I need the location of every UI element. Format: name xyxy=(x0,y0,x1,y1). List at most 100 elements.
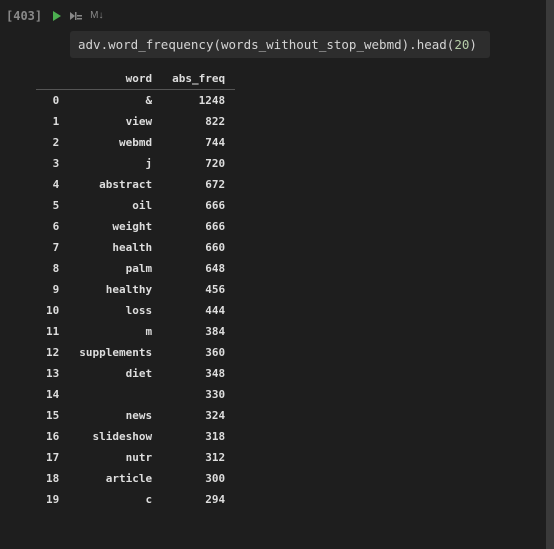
table-row: 5oil666 xyxy=(36,195,235,216)
code-token-paren: ) xyxy=(469,37,477,52)
row-word: view xyxy=(69,111,162,132)
run-line-icon[interactable] xyxy=(70,6,82,25)
row-freq: 360 xyxy=(162,342,235,363)
table-row: 13diet348 xyxy=(36,363,235,384)
code-token-dot: . xyxy=(101,37,109,52)
row-freq: 348 xyxy=(162,363,235,384)
row-index: 17 xyxy=(36,447,69,468)
row-freq: 330 xyxy=(162,384,235,405)
row-word: webmd xyxy=(69,132,162,153)
code-token-fn: word_frequency xyxy=(108,37,213,52)
row-freq: 300 xyxy=(162,468,235,489)
code-token-num: 20 xyxy=(454,37,469,52)
row-word: j xyxy=(69,153,162,174)
row-word: c xyxy=(69,489,162,510)
table-row: 3j720 xyxy=(36,153,235,174)
col-abs-freq: abs_freq xyxy=(162,68,235,90)
row-word: article xyxy=(69,468,162,489)
row-word: health xyxy=(69,237,162,258)
row-freq: 456 xyxy=(162,279,235,300)
row-index: 14 xyxy=(36,384,69,405)
row-word: palm xyxy=(69,258,162,279)
cell-prompt-row: [403] M↓ xyxy=(0,0,546,27)
row-word: oil xyxy=(69,195,162,216)
code-input[interactable]: adv.word_frequency(words_without_stop_we… xyxy=(70,31,490,58)
output-area: word abs_freq 0&12481view8222webmd7443j7… xyxy=(0,68,546,518)
code-token-obj: adv xyxy=(78,37,101,52)
row-freq: 660 xyxy=(162,237,235,258)
row-word: m xyxy=(69,321,162,342)
row-word: slideshow xyxy=(69,426,162,447)
table-row: 11m384 xyxy=(36,321,235,342)
row-freq: 1248 xyxy=(162,90,235,112)
row-index: 6 xyxy=(36,216,69,237)
row-index: 12 xyxy=(36,342,69,363)
row-word: news xyxy=(69,405,162,426)
code-token-dot: . xyxy=(409,37,417,52)
table-row: 12supplements360 xyxy=(36,342,235,363)
execution-count: [403] xyxy=(6,9,42,23)
table-row: 1view822 xyxy=(36,111,235,132)
row-freq: 324 xyxy=(162,405,235,426)
row-freq: 294 xyxy=(162,489,235,510)
table-row: 4abstract672 xyxy=(36,174,235,195)
row-word: nutr xyxy=(69,447,162,468)
table-row: 7health660 xyxy=(36,237,235,258)
markdown-toggle-icon[interactable]: M↓ xyxy=(90,10,103,21)
row-index: 10 xyxy=(36,300,69,321)
row-word: diet xyxy=(69,363,162,384)
row-freq: 672 xyxy=(162,174,235,195)
row-freq: 744 xyxy=(162,132,235,153)
table-row: 14 330 xyxy=(36,384,235,405)
row-index: 2 xyxy=(36,132,69,153)
row-word xyxy=(69,384,162,405)
row-index: 5 xyxy=(36,195,69,216)
col-word: word xyxy=(69,68,162,90)
row-index: 1 xyxy=(36,111,69,132)
row-word: healthy xyxy=(69,279,162,300)
dataframe-table: word abs_freq 0&12481view8222webmd7443j7… xyxy=(36,68,235,510)
row-freq: 822 xyxy=(162,111,235,132)
row-freq: 720 xyxy=(162,153,235,174)
table-row: 6weight666 xyxy=(36,216,235,237)
cell-toolbar: M↓ xyxy=(52,6,103,25)
row-word: supplements xyxy=(69,342,162,363)
row-index: 19 xyxy=(36,489,69,510)
row-index: 15 xyxy=(36,405,69,426)
row-index: 18 xyxy=(36,468,69,489)
table-row: 16slideshow318 xyxy=(36,426,235,447)
table-row: 0&1248 xyxy=(36,90,235,112)
table-header-row: word abs_freq xyxy=(36,68,235,90)
code-token-fn: head xyxy=(417,37,447,52)
table-row: 15news324 xyxy=(36,405,235,426)
row-index: 11 xyxy=(36,321,69,342)
table-row: 19c294 xyxy=(36,489,235,510)
row-index: 8 xyxy=(36,258,69,279)
row-index: 0 xyxy=(36,90,69,112)
code-token-arg: words_without_stop_webmd xyxy=(221,37,402,52)
row-freq: 384 xyxy=(162,321,235,342)
col-index xyxy=(36,68,69,90)
row-freq: 666 xyxy=(162,216,235,237)
table-row: 10loss444 xyxy=(36,300,235,321)
code-token-paren: ( xyxy=(213,37,221,52)
row-index: 9 xyxy=(36,279,69,300)
row-freq: 666 xyxy=(162,195,235,216)
row-index: 13 xyxy=(36,363,69,384)
row-freq: 318 xyxy=(162,426,235,447)
row-index: 4 xyxy=(36,174,69,195)
table-row: 17nutr312 xyxy=(36,447,235,468)
row-word: & xyxy=(69,90,162,112)
table-row: 8palm648 xyxy=(36,258,235,279)
row-freq: 648 xyxy=(162,258,235,279)
table-row: 2webmd744 xyxy=(36,132,235,153)
row-word: weight xyxy=(69,216,162,237)
row-index: 7 xyxy=(36,237,69,258)
row-word: loss xyxy=(69,300,162,321)
run-icon[interactable] xyxy=(52,6,62,25)
row-freq: 312 xyxy=(162,447,235,468)
table-row: 18article300 xyxy=(36,468,235,489)
row-index: 3 xyxy=(36,153,69,174)
row-index: 16 xyxy=(36,426,69,447)
row-freq: 444 xyxy=(162,300,235,321)
